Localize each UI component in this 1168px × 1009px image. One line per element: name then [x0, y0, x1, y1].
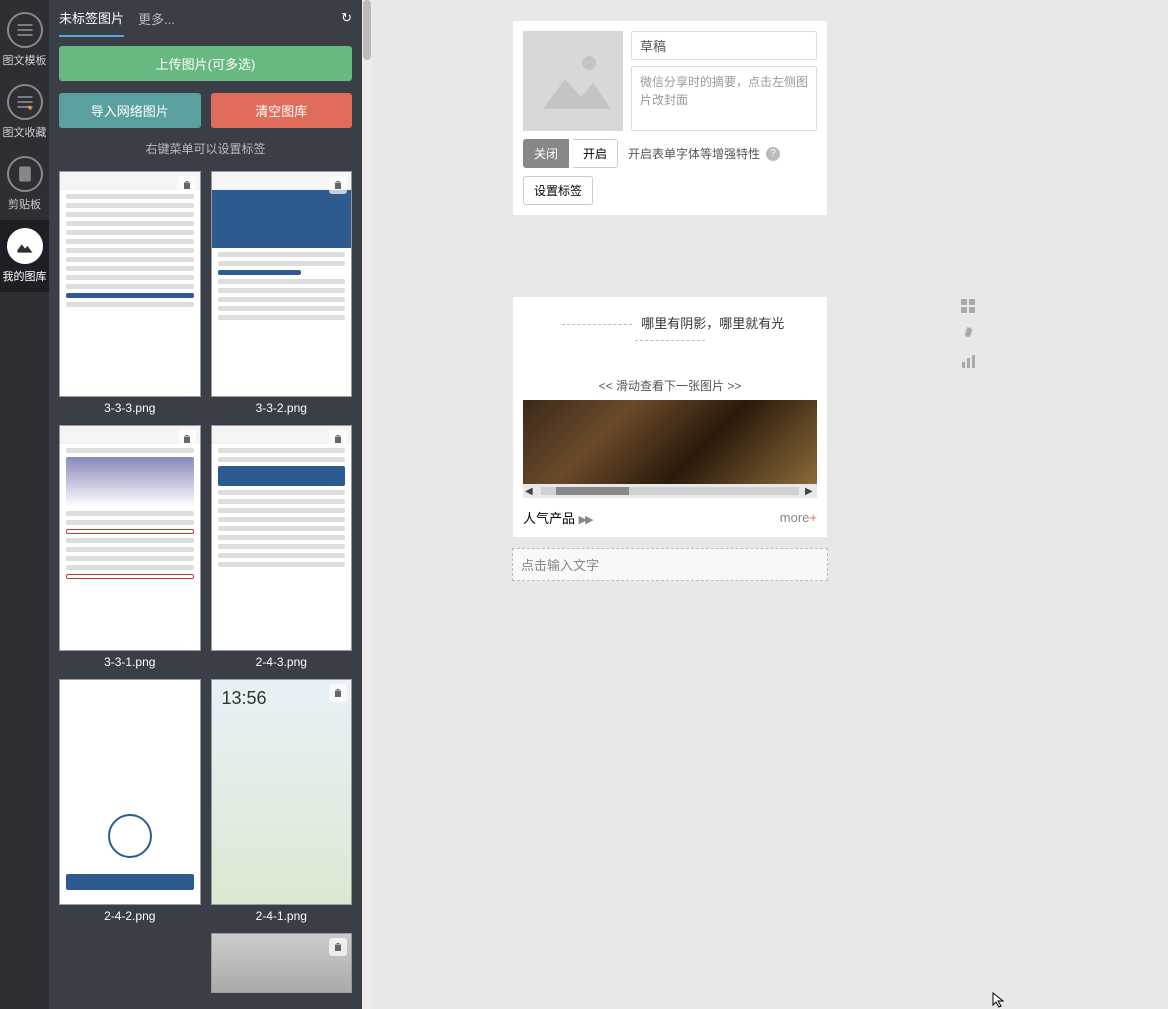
- play-icon: ▶▶: [579, 514, 592, 526]
- clipboard-icon: [7, 156, 43, 192]
- arrow-right-icon[interactable]: ▶: [805, 486, 815, 497]
- nav-item-favorites[interactable]: 图文收藏: [0, 76, 49, 148]
- tab-untagged[interactable]: 未标签图片: [59, 0, 124, 37]
- more-link[interactable]: more+: [780, 510, 817, 525]
- import-button[interactable]: 导入网络图片: [59, 93, 201, 128]
- image-icon: [7, 228, 43, 264]
- slider-scrollbar[interactable]: ◀ ▶: [523, 484, 817, 498]
- toggle-label: 开启表单字体等增强特性: [628, 145, 760, 162]
- delete-icon[interactable]: [329, 430, 347, 448]
- thumbnail[interactable]: 3-3-3.png: [59, 171, 201, 415]
- set-tag-button[interactable]: 设置标签: [523, 176, 593, 205]
- thumbnail-label: 3-3-3.png: [59, 401, 201, 415]
- cover-placeholder[interactable]: [523, 31, 623, 131]
- thumbnail-label: 2-4-3.png: [211, 655, 353, 669]
- content-card[interactable]: 哪里有阴影，哪里就有光 << 滑动查看下一张图片 >> ◀ ▶ 人气产品 ▶▶ …: [512, 296, 828, 538]
- nav-label: 剪贴板: [0, 196, 49, 212]
- gallery-panel: 未标签图片 更多... ↻ 上传图片(可多选) 导入网络图片 清空图库 右键菜单…: [49, 0, 362, 1009]
- arrow-left-icon[interactable]: ◀: [525, 486, 535, 497]
- thumbnail[interactable]: 2-4-2.png: [59, 679, 201, 923]
- thumbnail-label: 2-4-2.png: [59, 909, 201, 923]
- product-label: 人气产品 ▶▶: [523, 508, 592, 527]
- gear-icon[interactable]: [960, 326, 976, 342]
- gallery-hint: 右键菜单可以设置标签: [59, 140, 352, 157]
- delete-icon[interactable]: [178, 430, 196, 448]
- grid-icon[interactable]: [960, 298, 976, 314]
- star-icon: [7, 84, 43, 120]
- tab-more[interactable]: 更多...: [138, 1, 175, 36]
- nav-item-templates[interactable]: 图文模板: [0, 4, 49, 76]
- slider-hint: << 滑动查看下一张图片 >>: [523, 377, 817, 394]
- thumbnail-label: 3-3-1.png: [59, 655, 201, 669]
- toggle-on-button[interactable]: 开启: [573, 139, 618, 168]
- gallery-body: 上传图片(可多选) 导入网络图片 清空图库 右键菜单可以设置标签 3-3-3.p…: [49, 36, 362, 1009]
- thumbnail[interactable]: 3-3-2.png: [211, 171, 353, 415]
- editor-canvas: 微信分享时的摘要，点击左侧图片改封面 关闭 开启 开启表单字体等增强特性 ? 设…: [372, 0, 1168, 1009]
- scrollbar-thumb[interactable]: [363, 0, 371, 60]
- ornament-text: 哪里有阴影，哪里就有光: [641, 316, 784, 331]
- thumbnail[interactable]: 2-4-3.png: [211, 425, 353, 669]
- help-icon[interactable]: ?: [766, 147, 780, 161]
- delete-icon[interactable]: [329, 684, 347, 702]
- refresh-icon[interactable]: ↻: [341, 10, 352, 26]
- slider-image[interactable]: [523, 400, 817, 484]
- nav-item-clipboard[interactable]: 剪贴板: [0, 148, 49, 220]
- nav-label: 我的图库: [0, 268, 49, 284]
- delete-icon[interactable]: [329, 938, 347, 956]
- clear-button[interactable]: 清空图库: [211, 93, 353, 128]
- thumbnail-label: 3-3-2.png: [211, 401, 353, 415]
- nav-item-gallery[interactable]: 我的图库: [0, 220, 49, 292]
- insert-text-box[interactable]: 点击输入文字: [512, 548, 828, 581]
- gallery-scrollbar[interactable]: [362, 0, 372, 1009]
- nav-label: 图文收藏: [0, 124, 49, 140]
- meta-card: 微信分享时的摘要，点击左侧图片改封面 关闭 开启 开启表单字体等增强特性 ? 设…: [512, 20, 828, 216]
- thumbnail[interactable]: 2-4-1.png: [211, 679, 353, 923]
- summary-input[interactable]: 微信分享时的摘要，点击左侧图片改封面: [631, 66, 817, 131]
- ornament-divider: 哪里有阴影，哪里就有光: [523, 313, 817, 347]
- thumbnail[interactable]: 3-3-1.png: [59, 425, 201, 669]
- thumbnail[interactable]: [211, 933, 353, 993]
- menu-icon: [7, 12, 43, 48]
- thumbnail-label: 2-4-1.png: [211, 909, 353, 923]
- enhance-toggle-row: 关闭 开启 开启表单字体等增强特性 ?: [523, 139, 817, 168]
- title-input[interactable]: [631, 31, 817, 60]
- delete-icon[interactable]: [178, 176, 196, 194]
- gallery-tabs: 未标签图片 更多... ↻: [49, 0, 362, 36]
- nav-rail: 图文模板 图文收藏 剪贴板 我的图库: [0, 0, 49, 1009]
- delete-icon[interactable]: [329, 176, 347, 194]
- chart-icon[interactable]: [960, 354, 976, 370]
- upload-button[interactable]: 上传图片(可多选): [59, 46, 352, 81]
- slider-thumb[interactable]: [556, 487, 628, 495]
- toggle-off-button[interactable]: 关闭: [523, 139, 569, 168]
- nav-label: 图文模板: [0, 52, 49, 68]
- thumbnail-grid: 3-3-3.png 3-3-2.png: [59, 171, 352, 993]
- float-tools: [960, 298, 976, 370]
